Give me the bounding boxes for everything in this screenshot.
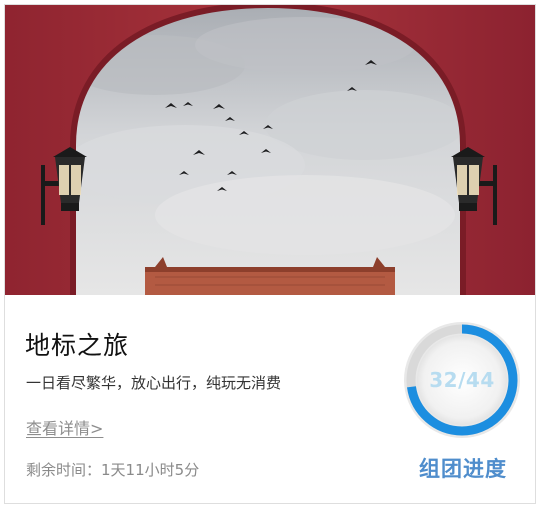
- group-progress-ring: 32/44: [401, 319, 523, 441]
- time-remaining: 剩余时间：1天11小时5分: [26, 459, 199, 480]
- card-title: 地标之旅: [25, 331, 130, 360]
- progress-count: 32/44: [429, 368, 495, 392]
- tour-card[interactable]: 地标之旅 一日看尽繁华，放心出行，纯玩无消费 查看详情> 剩余时间：1天11小时…: [4, 4, 536, 504]
- time-remaining-label: 剩余时间：: [26, 461, 102, 479]
- time-remaining-value: 1天11小时5分: [101, 461, 200, 479]
- view-details-link[interactable]: 查看详情>: [26, 415, 103, 439]
- card-subtitle: 一日看尽繁华，放心出行，纯玩无消费: [26, 374, 282, 392]
- progress-label: 组团进度: [419, 457, 507, 481]
- hero-image: [5, 5, 535, 295]
